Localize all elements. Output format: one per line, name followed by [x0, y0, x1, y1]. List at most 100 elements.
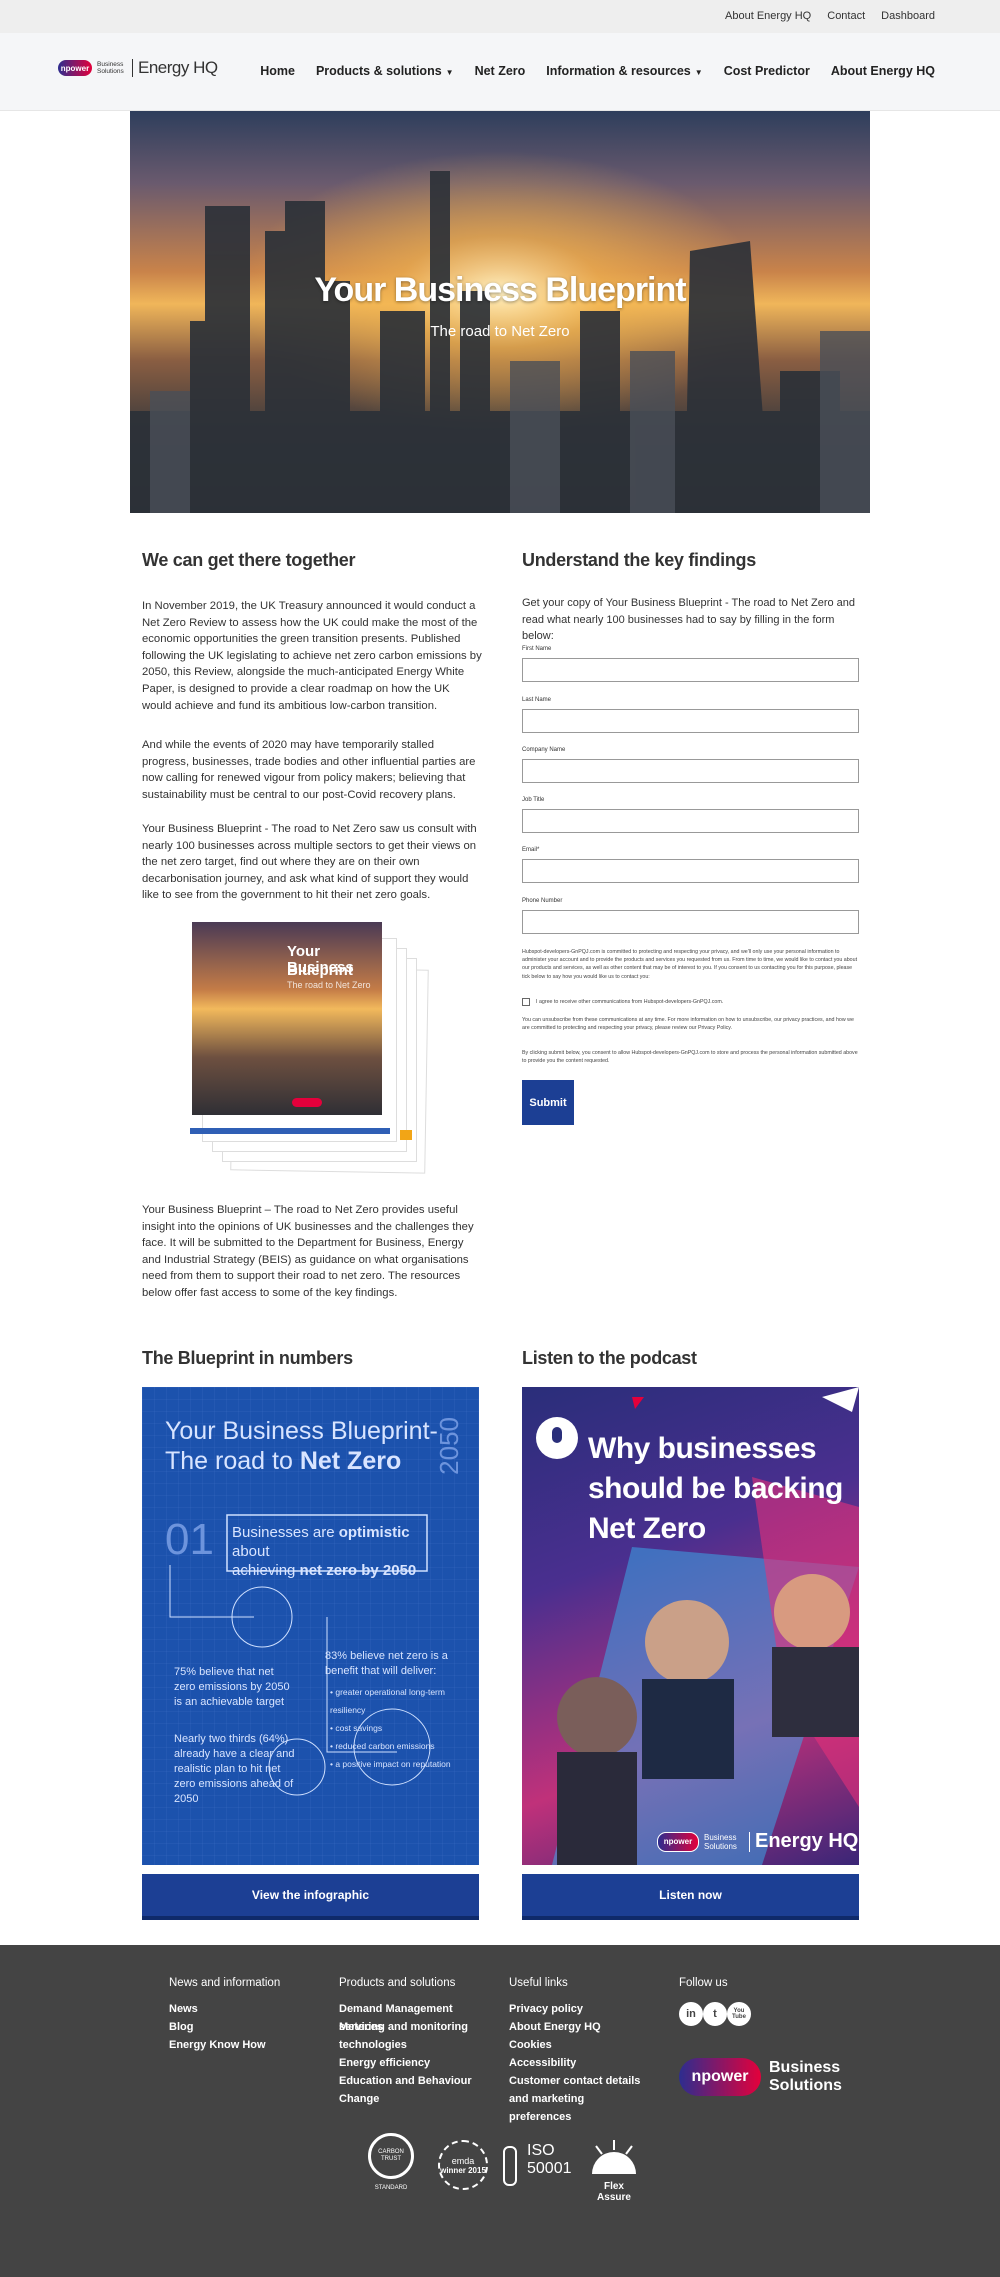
infographic-title-2b: Net Zero: [299, 1447, 402, 1475]
box-text-1c: about: [232, 1543, 270, 1560]
logo-brand-text: Energy HQ: [138, 58, 218, 77]
infographic-preview[interactable]: Your Business Blueprint- The road to Net…: [142, 1387, 479, 1865]
stat-plan: Nearly two thirds (64%) already have a c…: [174, 1733, 295, 1805]
box-text-2b: net zero by 2050: [299, 1562, 417, 1579]
submit-button[interactable]: Submit: [522, 1080, 574, 1125]
footer-link-energy-know-how[interactable]: Energy Know How: [169, 2036, 266, 2054]
hero-banner: Your Business Blueprint The road to Net …: [130, 111, 870, 513]
first-name-label: First Name: [522, 646, 552, 652]
footer-brand-text: Business Solutions: [769, 2059, 842, 2095]
contact-link[interactable]: Contact: [827, 10, 865, 22]
form-intro: Get your copy of Your Business Blueprint…: [522, 597, 856, 643]
intro-paragraph-1: In November 2019, the UK Treasury announ…: [142, 600, 482, 712]
footer-heading-products: Products and solutions: [339, 1977, 456, 1989]
flex-assure-sunburst: [592, 2140, 636, 2174]
footer-link-metering[interactable]: Metering and monitoring technologies: [339, 2018, 479, 2054]
nav-net-zero[interactable]: Net Zero: [475, 64, 526, 78]
podcast-brand-logo: npower Business Solutions Energy HQ: [657, 1830, 858, 1853]
iso-shield: [503, 2146, 517, 2186]
nav-about[interactable]: About Energy HQ: [831, 64, 935, 78]
site-logo[interactable]: npower Business Solutions Energy HQ: [58, 58, 218, 78]
marketing-consent-label: I agree to receive other communications …: [536, 999, 724, 1005]
twitter-icon[interactable]: t: [703, 2002, 727, 2026]
footer-npower-badge: npower: [679, 2058, 761, 2096]
utility-links: About Energy HQ Contact Dashboard: [725, 10, 935, 22]
company-name-field[interactable]: [522, 759, 859, 783]
logo-small-text: Business Solutions: [97, 61, 124, 75]
podcast-npower-badge: npower: [657, 1831, 699, 1852]
nav-products[interactable]: Products & solutions ▼: [316, 64, 454, 78]
footer-link-accessibility[interactable]: Accessibility: [509, 2054, 576, 2072]
podcast-preview[interactable]: Why businesses should be backing Net Zer…: [522, 1387, 859, 1865]
stat-achievable: 75% believe that net zero emissions by 2…: [174, 1666, 290, 1708]
report-cover: Your Business Blueprint The road to Net …: [192, 922, 382, 1115]
emda-top: emda: [451, 2155, 475, 2166]
listen-now-button[interactable]: Listen now: [522, 1874, 859, 1920]
carbon-trust-badge: CARBON TRUST STANDARD: [368, 2133, 414, 2191]
phone-field[interactable]: [522, 910, 859, 934]
job-title-field[interactable]: [522, 809, 859, 833]
infographic-year: 2050: [434, 1417, 464, 1475]
about-energy-hq-link[interactable]: About Energy HQ: [725, 10, 811, 22]
main-nav: Home Products & solutions ▼ Net Zero Info…: [260, 64, 935, 78]
utility-bar: About Energy HQ Contact Dashboard: [0, 0, 1000, 33]
cover-npower-logo: [292, 1098, 322, 1107]
infographic-section-number: 01: [165, 1515, 214, 1564]
nav-information[interactable]: Information & resources ▼: [546, 64, 702, 78]
email-label: Email*: [522, 847, 540, 853]
infographic-box: Businesses are optimistic about achievin…: [232, 1523, 422, 1580]
carbon-trust-top: CARBON TRUST: [368, 2133, 414, 2179]
footer-link-about[interactable]: About Energy HQ: [509, 2018, 601, 2036]
city-skyline-image: [130, 111, 870, 513]
footer-heading-news: News and information: [169, 1977, 281, 1989]
box-text-1a: Businesses are: [232, 1524, 339, 1541]
job-title-label: Job Title: [522, 797, 545, 803]
hero-title: Your Business Blueprint: [314, 271, 686, 309]
infographic-title-2a: The road to: [165, 1447, 300, 1475]
iso-bottom: 50001: [527, 2160, 572, 2177]
emda-bottom: winner 2015: [440, 2165, 486, 2175]
intro-paragraph-3: Your Business Blueprint - The road to Ne…: [142, 823, 477, 902]
email-field[interactable]: [522, 859, 859, 883]
logo-divider: [132, 59, 133, 77]
stat-benefit: 83% believe net zero is a benefit that w…: [325, 1650, 448, 1677]
nav-home[interactable]: Home: [260, 64, 295, 78]
footer-link-education[interactable]: Education and Behaviour Change: [339, 2072, 499, 2108]
consent-notice: By clicking submit below, you consent to…: [522, 1050, 858, 1065]
marketing-consent-checkbox[interactable]: [522, 998, 530, 1006]
linkedin-icon[interactable]: in: [679, 2002, 703, 2026]
company-name-label: Company Name: [522, 747, 566, 753]
footer-link-blog[interactable]: Blog: [169, 2018, 193, 2036]
last-name-field[interactable]: [522, 709, 859, 733]
last-name-label: Last Name: [522, 697, 552, 703]
emda-wreath: emda winner 2015: [438, 2140, 488, 2190]
npower-badge: npower: [58, 60, 92, 76]
flex-assure-label: Flex Assure: [597, 2181, 631, 2203]
benefit-item: • cost savings: [330, 1723, 383, 1733]
podcast-heading: Listen to the podcast: [522, 1348, 697, 1368]
dashboard-link[interactable]: Dashboard: [881, 10, 935, 22]
site-header: npower Business Solutions Energy HQ Home…: [0, 33, 1000, 111]
podcast-mic-icon: [536, 1417, 578, 1459]
iso-top: ISO: [527, 2142, 555, 2159]
footer-link-cookies[interactable]: Cookies: [509, 2036, 552, 2054]
podcast-brand-divider: [749, 1831, 750, 1852]
first-name-field[interactable]: [522, 658, 859, 682]
site-footer: News and information News Blog Energy Kn…: [0, 1945, 1000, 2277]
privacy-notice: Hubspot-developers-GnPQJ.com is committe…: [522, 949, 858, 980]
benefit-item: • reduced carbon emissions: [330, 1741, 435, 1751]
benefit-list: • greater operational long-term resilien…: [330, 1683, 460, 1773]
youtube-icon[interactable]: You Tube: [727, 2002, 751, 2026]
intro-heading: We can get there together: [142, 550, 356, 570]
footer-link-news[interactable]: News: [169, 2000, 198, 2018]
emda-winner-badge: emda winner 2015: [438, 2140, 488, 2190]
footer-link-energy-efficiency[interactable]: Energy efficiency: [339, 2054, 499, 2072]
footer-link-contact-details[interactable]: Customer contact details and marketing p…: [509, 2072, 649, 2126]
benefit-item: • a positive impact on reputation: [330, 1759, 451, 1769]
view-infographic-button[interactable]: View the infographic: [142, 1874, 479, 1920]
benefit-item: • greater operational long-term resilien…: [330, 1687, 445, 1715]
benefit-item-text: a positive impact on reputation: [335, 1759, 451, 1769]
nav-cost-predictor[interactable]: Cost Predictor: [724, 64, 810, 78]
footer-link-privacy[interactable]: Privacy policy: [509, 2000, 583, 2018]
podcast-brand-name: Energy HQ: [755, 1830, 859, 1852]
